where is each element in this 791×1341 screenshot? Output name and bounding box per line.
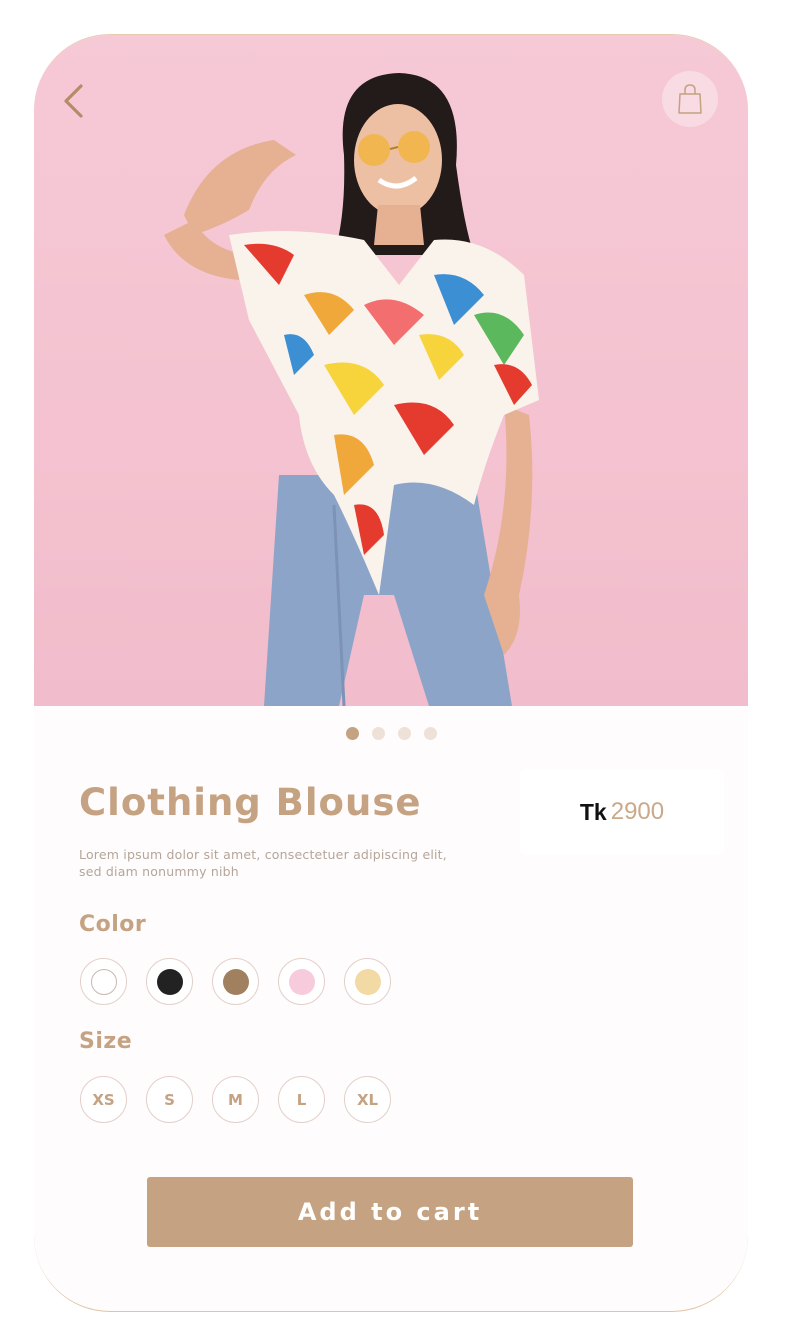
size-option-s[interactable]: S bbox=[146, 1076, 193, 1123]
color-swatch-black[interactable] bbox=[146, 958, 193, 1005]
size-option-xl[interactable]: XL bbox=[344, 1076, 391, 1123]
product-card: Clothing Blouse Tk 2900 Lorem ipsum dolo… bbox=[34, 34, 748, 1312]
color-swatch-white[interactable] bbox=[80, 958, 127, 1005]
carousel-dot[interactable] bbox=[397, 727, 411, 740]
size-option-l[interactable]: L bbox=[278, 1076, 325, 1123]
model-illustration bbox=[164, 73, 539, 706]
size-option-xs[interactable]: XS bbox=[80, 1076, 127, 1123]
size-label: Size bbox=[79, 1029, 133, 1054]
product-title: Clothing Blouse bbox=[79, 781, 422, 824]
back-button[interactable] bbox=[56, 79, 90, 123]
carousel-indicator bbox=[34, 727, 748, 740]
product-image bbox=[34, 35, 748, 706]
color-swatch-brown[interactable] bbox=[212, 958, 259, 1005]
carousel-dot[interactable] bbox=[423, 727, 437, 740]
color-dot bbox=[90, 968, 117, 995]
color-dot bbox=[156, 968, 183, 995]
carousel-dot[interactable] bbox=[345, 727, 359, 740]
product-description: Lorem ipsum dolor sit amet, consectetuer… bbox=[79, 847, 447, 879]
color-dot bbox=[354, 968, 381, 995]
color-label: Color bbox=[79, 912, 147, 937]
price-tag: Tk 2900 bbox=[520, 769, 724, 855]
shopping-bag-icon bbox=[678, 84, 702, 114]
shopping-bag-button[interactable] bbox=[662, 71, 718, 127]
add-to-cart-button[interactable]: Add to cart bbox=[147, 1177, 633, 1247]
price-currency: Tk bbox=[579, 798, 607, 825]
color-dot bbox=[288, 968, 315, 995]
color-swatch-pink[interactable] bbox=[278, 958, 325, 1005]
color-swatch-cream[interactable] bbox=[344, 958, 391, 1005]
chevron-left-icon bbox=[64, 84, 83, 118]
carousel-dot[interactable] bbox=[371, 727, 385, 740]
color-swatches bbox=[80, 958, 391, 1005]
size-option-m[interactable]: M bbox=[212, 1076, 259, 1123]
size-options: XS S M L XL bbox=[80, 1076, 391, 1123]
price-value: 2900 bbox=[610, 798, 665, 825]
color-dot bbox=[222, 968, 249, 995]
